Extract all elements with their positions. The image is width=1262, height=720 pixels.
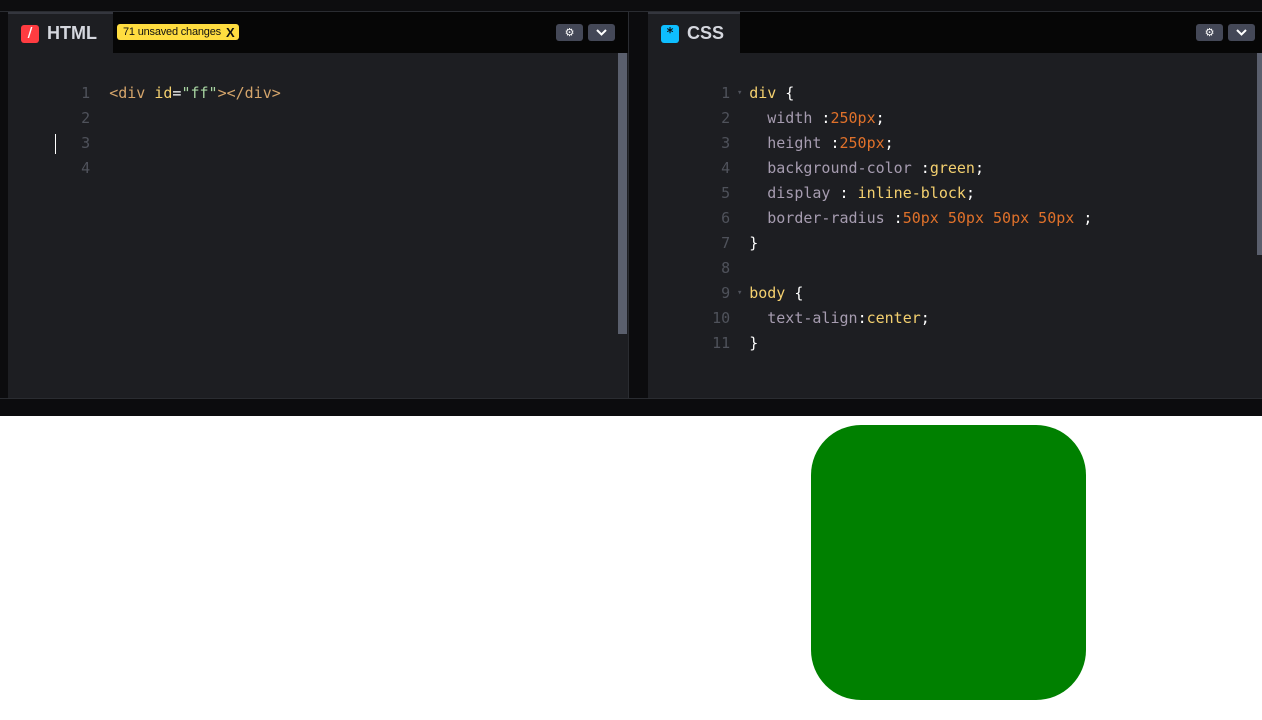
code-line: 9 ▾ body { (648, 256, 803, 302)
tab-css[interactable]: * CSS (648, 12, 741, 53)
css-logo-icon: * (661, 24, 679, 43)
tab-html-label: HTML (47, 23, 97, 43)
css-scrollbar[interactable] (1257, 53, 1262, 255)
code-line: 8 (648, 231, 730, 277)
css-semicolon: ; (1074, 209, 1093, 227)
code-line: 1 ▾ div { (648, 56, 794, 102)
css-collapse-button[interactable] (1228, 24, 1255, 41)
css-brace: } (749, 334, 759, 352)
css-value: 50px 50px 50px 50px (902, 209, 1075, 227)
chevron-down-icon (1236, 29, 1247, 36)
css-semicolon: ; (974, 159, 984, 177)
gear-icon: ⚙ (1204, 26, 1215, 39)
preview-green-box (811, 425, 1086, 700)
unsaved-changes-label: 71 unsaved changes (123, 26, 221, 38)
close-icon[interactable]: X (226, 25, 235, 40)
code-line: 1 <div id="ff"></div> (8, 56, 281, 102)
tab-html[interactable]: / HTML (8, 12, 113, 53)
code-line: 4 (8, 131, 90, 177)
html-code-editor[interactable]: 1 <div id="ff"></div> 2 3 4 (8, 53, 628, 398)
code-line: 3 (8, 106, 90, 152)
html-settings-button[interactable]: ⚙ (556, 24, 583, 41)
code-line: 7} (648, 206, 758, 252)
css-code-editor[interactable]: 1 ▾ div { 2 width :250px; 3 height :250px;… (648, 53, 1262, 398)
css-property: border-radius (767, 209, 885, 227)
top-bar (0, 0, 1262, 12)
chevron-down-icon (596, 29, 607, 36)
code-line: 10 text-align:center; (648, 281, 930, 327)
code-line: 2 (8, 81, 90, 127)
code-line: 3 height :250px; (648, 106, 894, 152)
html-attr-name: id (154, 84, 173, 102)
html-logo-icon: / (21, 24, 39, 43)
css-separator: : (857, 309, 867, 327)
code-line: 2 width :250px; (648, 81, 885, 127)
gear-icon: ⚙ (564, 26, 575, 39)
html-tag-open: <div (109, 84, 155, 102)
preview-resizer[interactable] (0, 398, 1262, 416)
pane-divider[interactable] (628, 12, 648, 398)
html-collapse-button[interactable] (588, 24, 615, 41)
css-pane-header: * CSS ⚙ (648, 12, 1262, 53)
css-separator: : (884, 209, 903, 227)
css-settings-button[interactable]: ⚙ (1196, 24, 1223, 41)
left-edge (0, 12, 8, 398)
html-scrollbar[interactable] (618, 53, 627, 334)
css-brace: } (749, 234, 759, 252)
code-line: 5 display : inline-block; (648, 156, 975, 202)
css-property: text-align (767, 309, 858, 327)
css-editor-pane: * CSS ⚙ 1 ▾ div { 2 width :250px; 3 height… (648, 12, 1262, 398)
tab-css-label: CSS (687, 23, 725, 43)
line-number: 11 (712, 334, 731, 352)
html-tag-close: ></div> (217, 84, 281, 102)
code-line: 4 background-color :green; (648, 131, 984, 177)
text-cursor (55, 134, 56, 154)
html-attr-value: "ff" (181, 84, 218, 102)
code-line: 11} (648, 306, 758, 352)
css-semicolon: ; (920, 309, 930, 327)
code-line: 6 border-radius :50px 50px 50px 50px ; (648, 181, 1092, 227)
line-number: 4 (81, 159, 91, 177)
unsaved-changes-badge[interactable]: 71 unsaved changes X (117, 24, 240, 40)
result-preview (0, 416, 1262, 720)
html-editor-pane: / HTML 71 unsaved changes X ⚙ 1 <div id="… (8, 12, 628, 398)
html-pane-header: / HTML 71 unsaved changes X ⚙ (8, 12, 628, 53)
css-value: center (866, 309, 921, 327)
